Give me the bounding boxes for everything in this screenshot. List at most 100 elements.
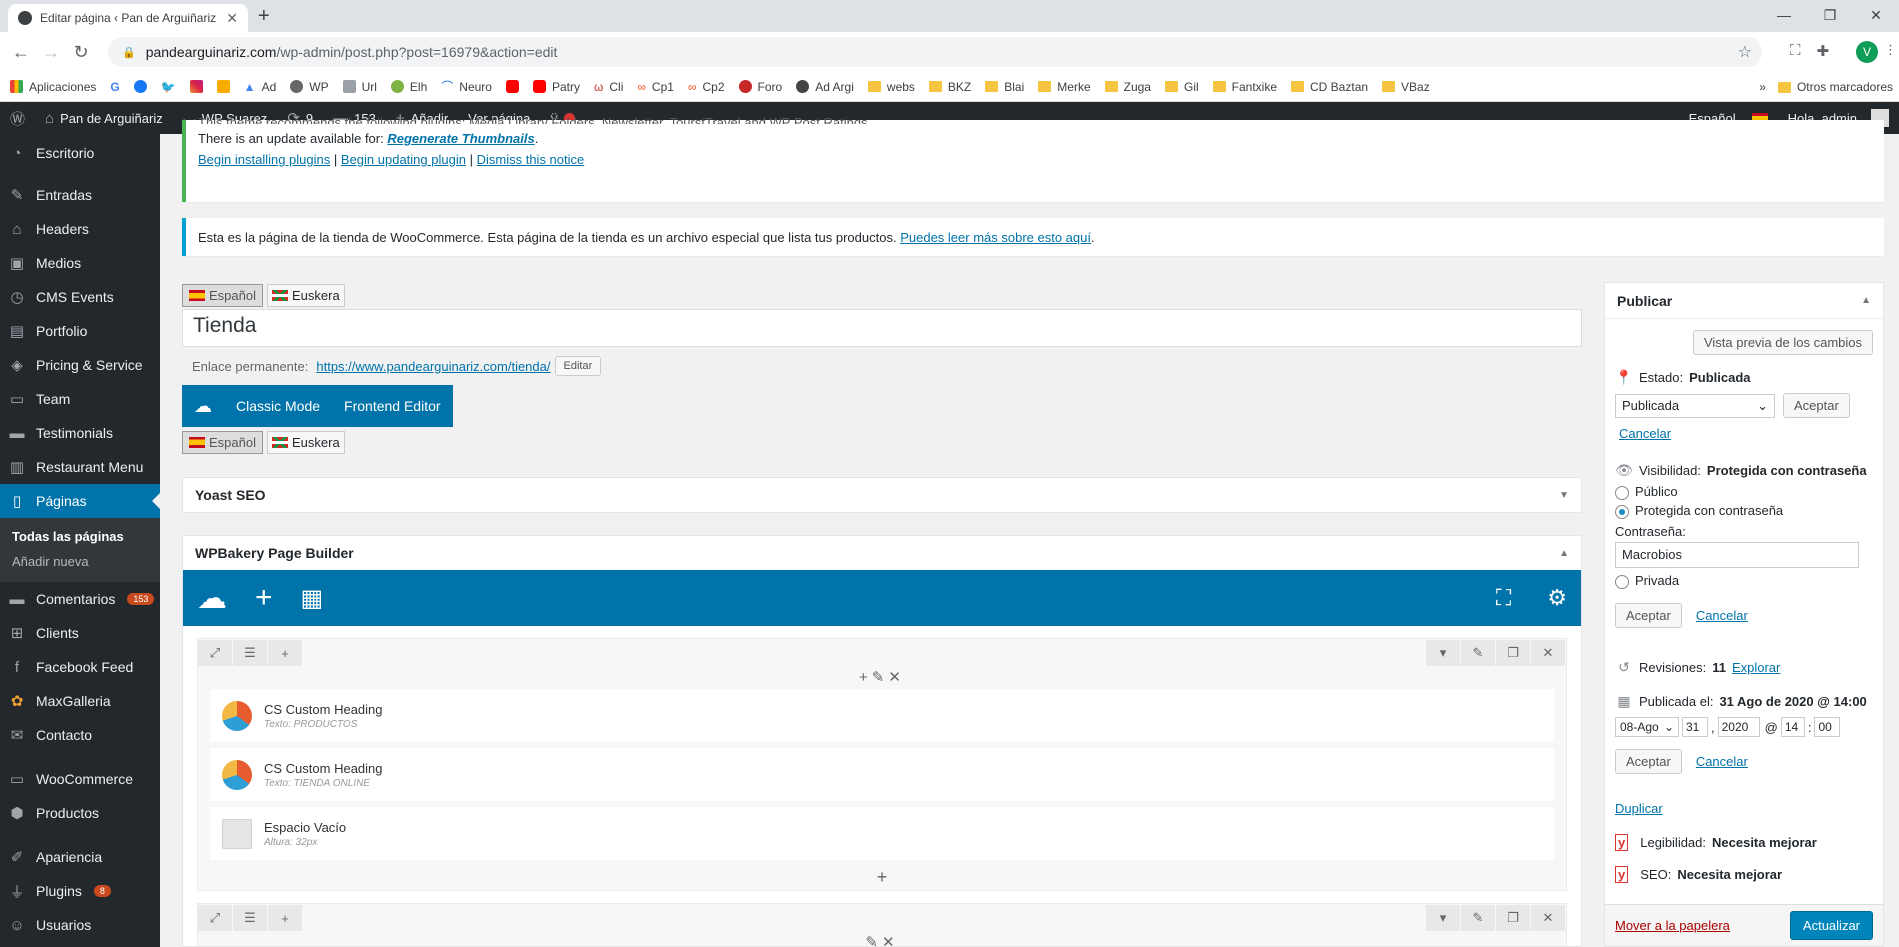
bookmark-url[interactable]: Url xyxy=(342,80,377,94)
forward-icon[interactable]: → xyxy=(36,42,66,63)
bookmark-folder-bkz[interactable]: BKZ xyxy=(928,80,971,94)
sidebar-item-testimonials[interactable]: ▬ Testimonials xyxy=(0,416,160,450)
publish-header[interactable]: Publicar ▲ xyxy=(1605,283,1883,319)
reload-icon[interactable]: ↻ xyxy=(66,42,96,63)
bookmark-cli[interactable]: ω Cli xyxy=(594,80,623,94)
bookmark-folder-blai[interactable]: Blai xyxy=(985,80,1024,94)
status-accept-button[interactable]: Aceptar xyxy=(1783,393,1850,418)
site-name-menu[interactable]: ⌂ Pan de Arguiñariz xyxy=(35,102,173,134)
bookmark-folder-gil[interactable]: Gil xyxy=(1164,80,1199,94)
row-delete-icon[interactable]: ✕ xyxy=(1531,905,1565,931)
other-bookmarks[interactable]: Otros marcadores xyxy=(1777,80,1893,94)
bookmark-folder-zuga[interactable]: Zuga xyxy=(1104,80,1151,94)
status-select[interactable]: Publicada ⌄ xyxy=(1615,393,1775,418)
radio-protected[interactable] xyxy=(1615,504,1629,519)
date-cancel-link[interactable]: Cancelar xyxy=(1696,754,1748,769)
lang-tab-eu-2[interactable]: Euskera xyxy=(266,431,345,454)
sidebar-item-clients[interactable]: ⊞ Clients xyxy=(0,616,160,650)
collapse-triangle-icon[interactable]: ▲ xyxy=(1861,295,1871,306)
wpbakery-logo-icon[interactable]: ☁ xyxy=(197,581,227,616)
sidebar-item-headers[interactable]: ⌂ Headers xyxy=(0,212,160,246)
url-field[interactable]: 🔒 pandearguinariz.com/wp-admin/post.php?… xyxy=(108,37,1762,67)
visibility-public-option[interactable]: Público xyxy=(1615,484,1678,500)
bookmark-wp[interactable]: WP xyxy=(290,80,329,94)
new-tab-icon[interactable]: + xyxy=(258,5,270,28)
lang-tab-es-2[interactable]: Español xyxy=(182,431,263,454)
update-button[interactable]: Actualizar xyxy=(1789,911,1873,940)
bookmark-patry[interactable]: Patry xyxy=(532,80,580,94)
wp-logo-menu[interactable]: Ⓦ xyxy=(0,102,35,134)
browser-tab[interactable]: Editar página ‹ Pan de Arguiñariz ✕ xyxy=(8,4,248,32)
sidebar-item-apariencia[interactable]: ✐ Apariencia xyxy=(0,840,160,874)
back-icon[interactable]: ← xyxy=(6,42,36,63)
sidebar-item-escritorio[interactable]: ◔ Escritorio xyxy=(0,136,160,170)
bookmark-instagram[interactable] xyxy=(189,80,203,93)
sidebar-item-paginas[interactable]: ▯ Páginas xyxy=(0,484,160,518)
add-element-icon[interactable]: + xyxy=(255,581,273,615)
settings-gear-icon[interactable]: ⚙ xyxy=(1547,585,1567,611)
extensions-icon[interactable]: ✚ xyxy=(1817,42,1830,60)
row-clone-icon[interactable]: ❐ xyxy=(1496,905,1530,931)
dismiss-notice-link[interactable]: Dismiss this notice xyxy=(477,152,585,167)
date-accept-button[interactable]: Aceptar xyxy=(1615,749,1682,774)
browser-menu-icon[interactable]: ⋮ xyxy=(1884,42,1897,58)
chevron-right-icon[interactable]: » xyxy=(1759,80,1766,94)
close-tab-icon[interactable]: ✕ xyxy=(226,10,238,27)
lang-tab-eu[interactable]: Euskera xyxy=(266,284,345,307)
sidebar-item-woocommerce[interactable]: ▭ WooCommerce xyxy=(0,762,160,796)
yoast-seo-header[interactable]: Yoast SEO ▼ xyxy=(183,478,1581,512)
sidebar-item-restaurant-menu[interactable]: ▥ Restaurant Menu xyxy=(0,450,160,484)
sidebar-item-portfolio[interactable]: ▤ Portfolio xyxy=(0,314,160,348)
sidebar-item-maxgalleria[interactable]: ✿ MaxGalleria xyxy=(0,684,160,718)
sidebar-item-facebook-feed[interactable]: f Facebook Feed xyxy=(0,650,160,684)
cast-icon[interactable]: ⛶ xyxy=(1790,42,1801,60)
bookmark-ad-argi[interactable]: Ad Argi xyxy=(796,80,854,94)
radio-private[interactable] xyxy=(1615,574,1629,589)
day-field[interactable]: 31 xyxy=(1682,717,1708,737)
element-empty-space[interactable]: Espacio Vacío Altura: 32px xyxy=(210,807,1554,860)
sidebar-item-productos[interactable]: ⬢ Productos xyxy=(0,796,160,830)
regenerate-thumbnails-link[interactable]: Regenerate Thumbnails xyxy=(387,131,534,146)
row-toggle-icon[interactable]: ▾ xyxy=(1426,905,1460,931)
bookmark-folder-cd-baztan[interactable]: CD Baztan xyxy=(1291,80,1368,94)
sidebar-item-comentarios[interactable]: ▬ Comentarios 153 xyxy=(0,582,160,616)
sidebar-item-pricing[interactable]: ◈ Pricing & Service xyxy=(0,348,160,382)
minimize-icon[interactable]: — xyxy=(1761,0,1807,30)
bookmark-folder-webs[interactable]: webs xyxy=(867,80,915,94)
submenu-all-pages[interactable]: Todas las páginas xyxy=(0,524,160,549)
collapse-triangle-icon[interactable]: ▲ xyxy=(1559,548,1569,559)
row-drag-icon[interactable]: ☰ xyxy=(233,640,267,666)
hour-field[interactable]: 14 xyxy=(1780,717,1805,737)
woo-notice-link[interactable]: Puedes leer más sobre esto aquí xyxy=(900,230,1091,245)
post-title-input[interactable]: Tienda xyxy=(182,309,1582,347)
explore-revisions-link[interactable]: Explorar xyxy=(1732,660,1780,675)
visibility-cancel-link[interactable]: Cancelar xyxy=(1696,608,1748,623)
row-add-column-icon[interactable]: + xyxy=(268,640,302,666)
begin-updating-link[interactable]: Begin updating plugin xyxy=(341,152,466,167)
row-drag-icon[interactable]: ☰ xyxy=(233,905,267,931)
bookmark-ad[interactable]: ▲ Ad xyxy=(244,80,277,94)
minute-field[interactable]: 00 xyxy=(1814,717,1841,737)
column-controls[interactable]: ✎✕ xyxy=(198,932,1566,946)
bookmark-folder-merke[interactable]: Merke xyxy=(1038,80,1091,94)
frontend-editor-button[interactable]: Frontend Editor xyxy=(332,398,453,414)
year-field[interactable]: 2020 xyxy=(1717,717,1760,737)
lang-tab-es[interactable]: Español xyxy=(182,284,263,307)
begin-installing-link[interactable]: Begin installing plugins xyxy=(198,152,330,167)
sidebar-item-cms-events[interactable]: ◷ CMS Events xyxy=(0,280,160,314)
bookmark-star-icon[interactable]: ☆ xyxy=(1738,42,1752,62)
bookmark-twitter[interactable]: 🐦 xyxy=(161,80,176,94)
visibility-accept-button[interactable]: Aceptar xyxy=(1615,603,1682,628)
bookmark-folder-vbaz[interactable]: VBaz xyxy=(1382,80,1430,94)
submenu-add-new[interactable]: Añadir nueva xyxy=(0,549,160,574)
move-to-trash-link[interactable]: Mover a la papelera xyxy=(1615,918,1730,933)
bookmark-analytics[interactable] xyxy=(216,80,230,93)
close-window-icon[interactable]: ✕ xyxy=(1853,0,1899,30)
bookmark-elh[interactable]: Elh xyxy=(390,80,427,94)
classic-mode-button[interactable]: Classic Mode xyxy=(224,398,332,414)
add-element-plus-icon[interactable]: + xyxy=(198,866,1566,890)
column-controls[interactable]: +✎✕ xyxy=(198,667,1566,689)
password-field[interactable]: Macrobios xyxy=(1615,542,1859,568)
preview-changes-button[interactable]: Vista previa de los cambios xyxy=(1692,330,1873,355)
element-custom-heading[interactable]: CS Custom Heading Texto: PRODUCTOS xyxy=(210,689,1554,742)
